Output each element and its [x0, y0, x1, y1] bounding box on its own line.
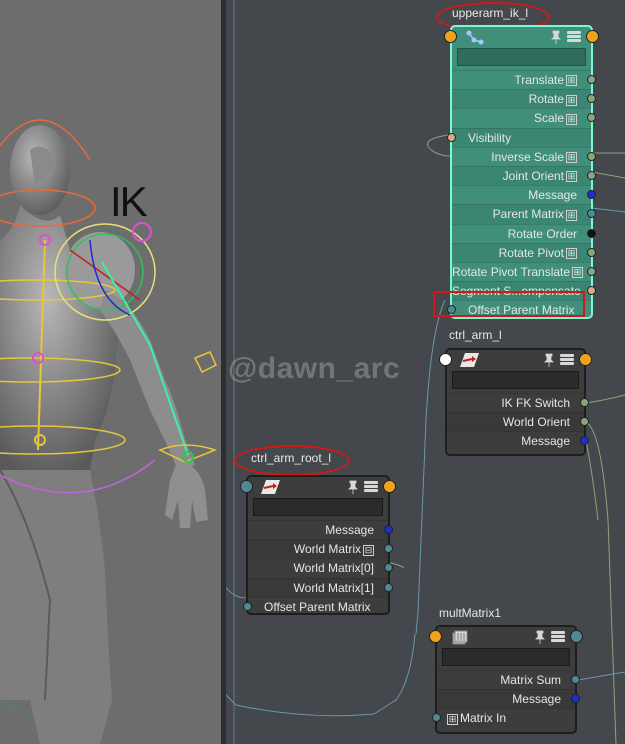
expand-icon[interactable]: ⊞: [572, 267, 584, 279]
attr-ik-fk-switch[interactable]: IK FK Switch: [447, 393, 589, 412]
attr-output-port[interactable]: [587, 151, 596, 161]
transform-icon: [460, 353, 479, 367]
attr-message[interactable]: Message: [437, 689, 580, 709]
upperarm-node[interactable]: Translate ⊞ Rotate ⊞ Scale ⊞ Visibility Inv…: [444, 25, 599, 319]
attr-visibility[interactable]: Visibility: [447, 127, 591, 147]
attr-joint-orient[interactable]: Joint Orient ⊞: [452, 165, 596, 186]
attr-output-port[interactable]: [587, 170, 596, 180]
attr-inverse-scale[interactable]: Inverse Scale ⊞: [452, 146, 596, 166]
attr-translate[interactable]: Translate ⊞: [452, 70, 596, 89]
attr-output-port[interactable]: [587, 247, 596, 257]
menu-icon[interactable]: [567, 31, 581, 43]
expand-icon[interactable]: ⊞: [566, 113, 577, 125]
attr-output-port[interactable]: [587, 75, 596, 84]
attr-world-orient[interactable]: World Orient: [447, 412, 589, 432]
ctrl-root-node[interactable]: Message World Matrix ⊟ World Matrix[0] Wo…: [240, 475, 396, 616]
pin-icon[interactable]: [544, 353, 554, 367]
pin-icon[interactable]: [535, 630, 545, 644]
mult-node-title[interactable]: multMatrix1: [439, 606, 501, 620]
mult-node[interactable]: Matrix Sum Message ⊞ Matrix In: [429, 625, 583, 734]
character-rig-render: [0, 119, 218, 744]
attr-rotate[interactable]: Rotate ⊞: [452, 89, 596, 109]
expand-icon[interactable]: ⊞: [566, 171, 577, 183]
menu-icon[interactable]: [551, 631, 565, 643]
attr-message[interactable]: Message: [248, 520, 393, 539]
expand-icon[interactable]: ⊞: [566, 209, 577, 221]
attr-world-matrix-0[interactable]: World Matrix[0]: [248, 558, 393, 577]
watermark: @dawn_arc: [228, 352, 401, 385]
joint-icon: [466, 30, 484, 45]
attr-scale[interactable]: Scale ⊞: [452, 108, 596, 127]
collapse-icon[interactable]: ⊟: [363, 544, 374, 556]
menu-icon[interactable]: [560, 354, 574, 366]
expand-icon[interactable]: ⊞: [566, 152, 577, 164]
attr-output-port[interactable]: [384, 582, 393, 592]
pin-icon[interactable]: [348, 480, 358, 494]
viewport-3d[interactable]: IK: [0, 0, 221, 744]
ctrl-arm-node-title[interactable]: ctrl_arm_l: [449, 328, 502, 342]
expand-icon[interactable]: ⊞: [566, 248, 577, 260]
attr-offset-parent-matrix[interactable]: Offset Parent Matrix: [243, 596, 388, 616]
attr-matrix-sum[interactable]: Matrix Sum: [437, 670, 580, 689]
pin-icon[interactable]: [551, 30, 561, 44]
upperarm-node-field[interactable]: [457, 48, 586, 66]
attr-output-port[interactable]: [580, 398, 589, 407]
upperarm-attr-list: Translate ⊞ Rotate ⊞ Scale ⊞ Visibility Inv…: [447, 70, 596, 319]
offset-parent-matrix-highlight: [433, 291, 585, 317]
transform-icon: [261, 480, 280, 494]
attr-output-port[interactable]: [587, 228, 596, 238]
expand-icon[interactable]: ⊞: [566, 94, 577, 106]
mult-node-field[interactable]: [442, 648, 570, 666]
attr-rotate-order[interactable]: Rotate Order: [452, 223, 596, 243]
attr-parent-matrix[interactable]: Parent Matrix ⊞: [452, 204, 596, 224]
menu-icon[interactable]: [364, 481, 378, 493]
attr-output-port[interactable]: [587, 266, 596, 276]
ik-label: IK: [110, 178, 148, 225]
attr-message[interactable]: Message: [452, 185, 596, 204]
ctrl-root-title-highlight: [234, 445, 350, 476]
attr-input-port[interactable]: [432, 713, 441, 723]
attr-world-matrix[interactable]: World Matrix ⊟: [248, 539, 393, 559]
attr-output-port[interactable]: [587, 286, 596, 296]
attr-message[interactable]: Message: [447, 431, 589, 450]
attr-rotate-pivot-translate[interactable]: Rotate Pivot Translate ⊞: [452, 261, 596, 281]
attr-matrix-in[interactable]: ⊞ Matrix In: [432, 708, 575, 727]
attr-world-matrix-1[interactable]: World Matrix[1]: [248, 577, 393, 597]
matrix-icon: [452, 630, 468, 645]
attr-rotate-pivot[interactable]: Rotate Pivot ⊞: [452, 242, 596, 262]
expand-icon[interactable]: ⊞: [566, 75, 577, 87]
ctrl-arm-node-field[interactable]: [452, 371, 579, 389]
expand-icon[interactable]: ⊞: [447, 713, 458, 725]
attr-output-port[interactable]: [571, 675, 580, 684]
attr-output-port[interactable]: [384, 525, 393, 534]
attr-input-port[interactable]: [447, 132, 456, 142]
ctrl-arm-node[interactable]: IK FK Switch World Orient Message: [439, 348, 592, 456]
attr-input-port[interactable]: [243, 601, 252, 611]
ctrl-root-node-field[interactable]: [253, 498, 383, 516]
